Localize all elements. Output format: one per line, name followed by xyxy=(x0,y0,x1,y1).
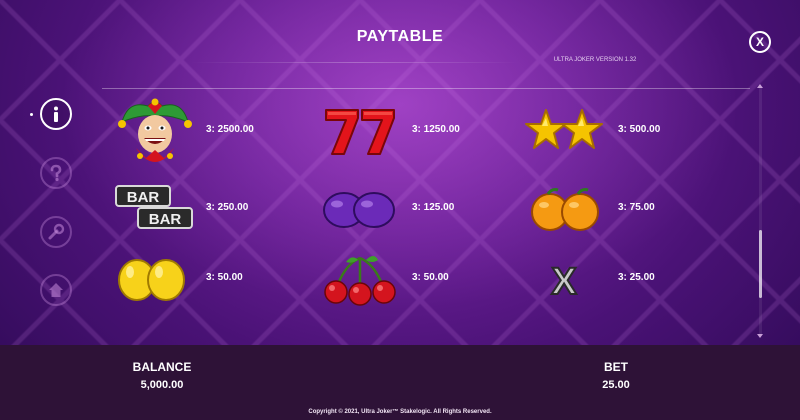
lemon-symbol-icon xyxy=(118,259,185,301)
balance-label: BALANCE xyxy=(132,360,192,374)
paytable-item-lemon: 3: 50.00 xyxy=(110,244,310,314)
paytable-top-divider xyxy=(102,88,750,89)
copyright-text: Copyright © 2021, Ultra Joker™ Stakelogi… xyxy=(308,409,492,415)
home-button[interactable] xyxy=(40,274,72,306)
bar-bottom-text: BAR xyxy=(149,211,182,228)
bar-top-text: BAR xyxy=(127,189,160,206)
scrollbar-track[interactable] xyxy=(759,88,762,336)
info-button[interactable] xyxy=(40,98,72,130)
paytable-item-cherry: 3: 50.00 xyxy=(316,244,516,314)
bet-label: BET xyxy=(604,360,628,374)
lemon-payout: 3: 50.00 xyxy=(206,272,243,283)
paytable-item-x: X 3: 25.00 xyxy=(522,244,722,314)
seven-symbol-icon xyxy=(325,109,395,155)
scrollbar-thumb[interactable] xyxy=(759,230,762,298)
bar-payout: 3: 250.00 xyxy=(206,202,249,213)
balance-value: 5,000.00 xyxy=(140,379,184,391)
orange-symbol-icon xyxy=(531,188,599,231)
scroll-down-arrow[interactable] xyxy=(757,334,763,338)
cherry-payout: 3: 50.00 xyxy=(412,272,449,283)
question-icon xyxy=(50,164,62,182)
title-divider xyxy=(190,62,520,63)
joker-payout: 3: 2500.00 xyxy=(206,124,254,135)
bet-value: 25.00 xyxy=(602,379,630,391)
plum-payout: 3: 125.00 xyxy=(412,202,455,213)
joker-symbol-icon xyxy=(118,98,192,162)
orange-payout: 3: 75.00 xyxy=(618,202,655,213)
help-button[interactable] xyxy=(40,157,72,189)
cherry-symbol-icon xyxy=(324,256,396,306)
wrench-icon xyxy=(48,223,65,240)
x-payout: 3: 25.00 xyxy=(618,272,655,283)
seven-payout: 3: 1250.00 xyxy=(412,124,460,135)
x-symbol-text: X xyxy=(551,261,577,303)
bar-symbol-icon: BAR BAR xyxy=(115,185,193,229)
home-icon xyxy=(49,283,63,297)
close-button[interactable]: X xyxy=(749,31,771,53)
paytable-item-star: 3: 500.00 xyxy=(522,96,722,166)
paytable-item-plum: 3: 125.00 xyxy=(316,174,516,244)
close-icon: X xyxy=(755,35,764,49)
info-icon xyxy=(54,106,58,122)
page-title: PAYTABLE xyxy=(356,28,444,45)
paytable-item-joker: 3: 2500.00 xyxy=(110,96,310,166)
version-label: ULTRA JOKER VERSION 1.32 xyxy=(553,57,637,63)
paytable-item-orange: 3: 75.00 xyxy=(522,174,722,244)
x-symbol-icon: X xyxy=(550,260,578,304)
menu-bullet xyxy=(30,113,33,116)
paytable-item-bar: BAR BAR 3: 250.00 xyxy=(110,174,310,244)
paytable-item-seven: 3: 1250.00 xyxy=(316,96,516,166)
settings-button[interactable] xyxy=(40,216,72,248)
star-payout: 3: 500.00 xyxy=(618,124,661,135)
plum-symbol-icon xyxy=(323,192,395,228)
star-symbol-icon xyxy=(525,109,603,149)
